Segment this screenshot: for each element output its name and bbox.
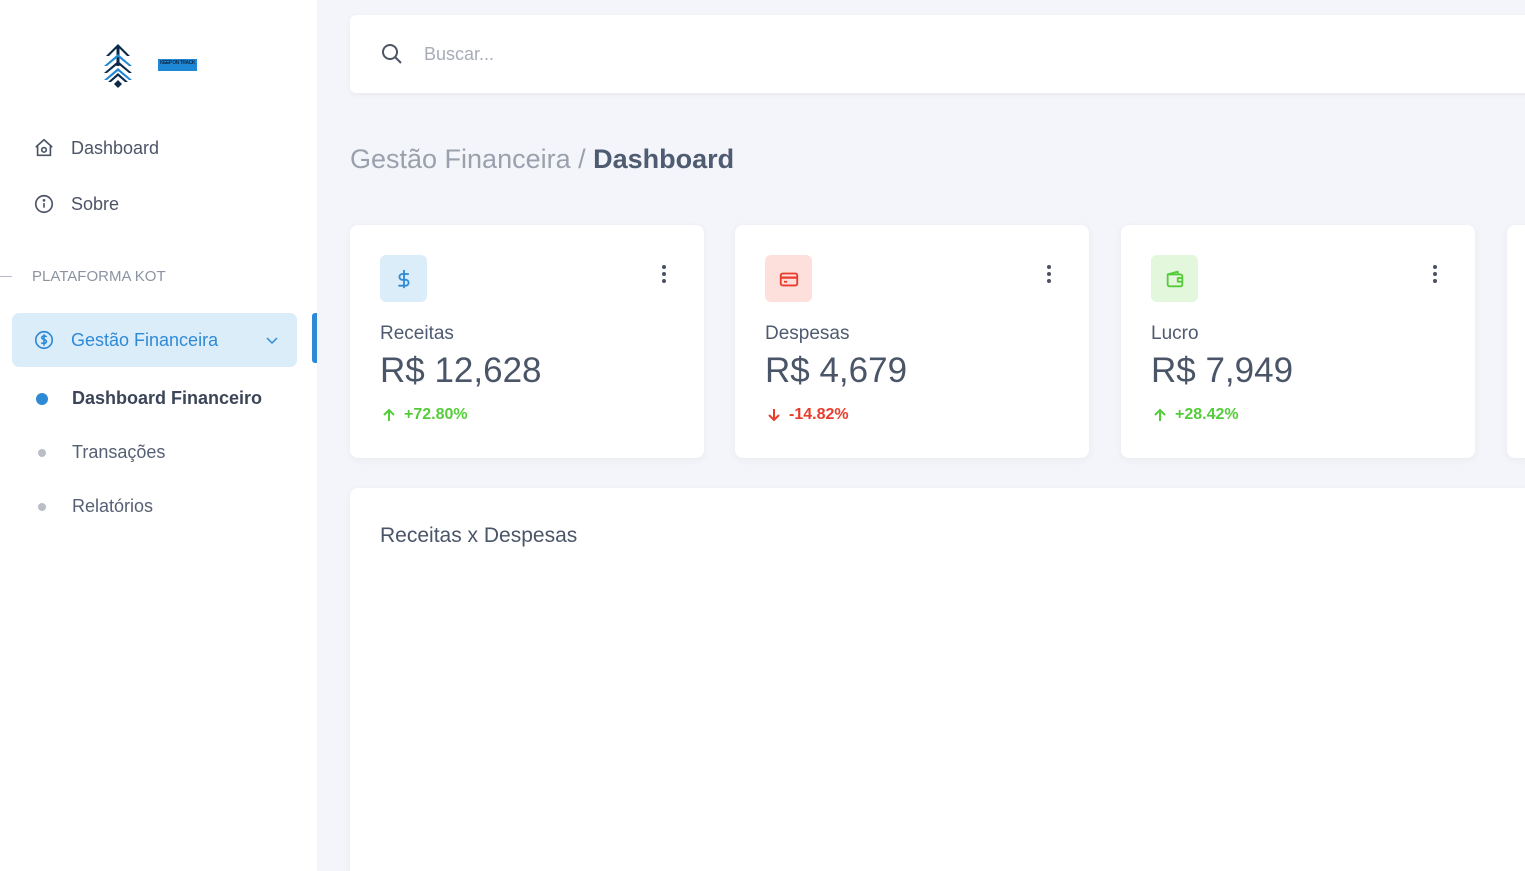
bullet-dot [36, 392, 48, 405]
tree-arrows-logo-icon [104, 44, 132, 88]
stat-card-despesas: Despesas R$ 4,679 -14.82% [735, 225, 1089, 458]
arrow-up-icon [383, 408, 395, 421]
more-options-icon[interactable] [1047, 265, 1051, 283]
stat-icon-box [1151, 255, 1198, 302]
stat-value: R$ 12,628 [380, 351, 542, 390]
bullet-dot [38, 448, 46, 457]
chevron-down-icon[interactable] [265, 333, 279, 347]
sidebar-item-label: Sobre [71, 193, 120, 214]
chart-panel-receitas-despesas: Receitas x Despesas [350, 488, 1525, 871]
subitem-label: Relatórios [72, 496, 154, 516]
search-input[interactable] [424, 43, 674, 65]
subitem-label: Transações [72, 442, 166, 462]
credit-card-icon [779, 272, 798, 286]
arrow-down-icon [768, 409, 780, 422]
arrow-up-icon [1154, 408, 1166, 421]
breadcrumb-parent[interactable]: Gestão Financeira / [350, 144, 593, 174]
sidebar-group-label: Gestão Financeira [71, 329, 219, 350]
subitem-label: Dashboard Financeiro [72, 388, 263, 408]
stat-card-receitas: Receitas R$ 12,628 +72.80% [350, 225, 704, 458]
stat-delta-text: +72.80% [404, 406, 468, 423]
stat-label: Despesas [765, 323, 850, 344]
stat-card-partial [1507, 225, 1525, 458]
stat-value: R$ 7,949 [1151, 351, 1294, 390]
sidebar-item-sobre[interactable]: Sobre [33, 193, 119, 215]
stat-delta: +72.80% [382, 406, 468, 424]
section-label-text: PLATAFORMA KOT [32, 268, 166, 285]
info-icon [34, 194, 54, 214]
dollar-circle-icon [34, 330, 54, 350]
stat-icon-box [765, 255, 812, 302]
more-options-icon[interactable] [662, 265, 666, 283]
sidebar-item-dashboard[interactable]: Dashboard [33, 137, 159, 159]
stat-delta: -14.82% [767, 406, 849, 424]
home-icon [35, 138, 53, 157]
stat-icon-box [380, 255, 427, 302]
sidebar-group-gestao-financeira[interactable]: Gestão Financeira [12, 313, 297, 367]
more-options-icon[interactable] [1433, 265, 1437, 283]
sidebar-subitem-transacoes[interactable]: Transações [38, 442, 165, 463]
brand-logo[interactable]: KEEP ON TRACK [100, 42, 197, 88]
stat-label: Lucro [1151, 323, 1199, 344]
stat-label: Receitas [380, 323, 454, 344]
dollar-icon [397, 269, 409, 288]
search-icon[interactable] [380, 42, 404, 66]
stat-delta: +28.42% [1153, 406, 1239, 424]
breadcrumb: Gestão Financeira / Dashboard [350, 144, 734, 175]
sidebar-subitem-dashboard-financeiro[interactable]: Dashboard Financeiro [36, 388, 263, 409]
sidebar-subitem-relatorios[interactable]: Relatórios [38, 496, 153, 517]
sidebar-item-label: Dashboard [71, 137, 160, 158]
sidebar-section-label: PLATAFORMA KOT [0, 268, 166, 285]
sidebar: KEEP ON TRACK Dashboard Sobre PLATAFORMA… [0, 0, 317, 871]
breadcrumb-current: Dashboard [593, 144, 735, 174]
stat-card-lucro: Lucro R$ 7,949 +28.42% [1121, 225, 1475, 458]
stat-value: R$ 4,679 [765, 351, 908, 390]
bullet-dot [38, 502, 46, 511]
section-divider [0, 276, 12, 277]
chart-panel-title: Receitas x Despesas [380, 524, 578, 547]
stat-delta-text: -14.82% [789, 406, 849, 423]
stat-delta-text: +28.42% [1175, 406, 1239, 423]
active-indicator [312, 313, 317, 363]
brand-logo-text: KEEP ON TRACK [158, 59, 197, 71]
search-bar [350, 15, 1525, 93]
wallet-icon [1166, 270, 1183, 287]
